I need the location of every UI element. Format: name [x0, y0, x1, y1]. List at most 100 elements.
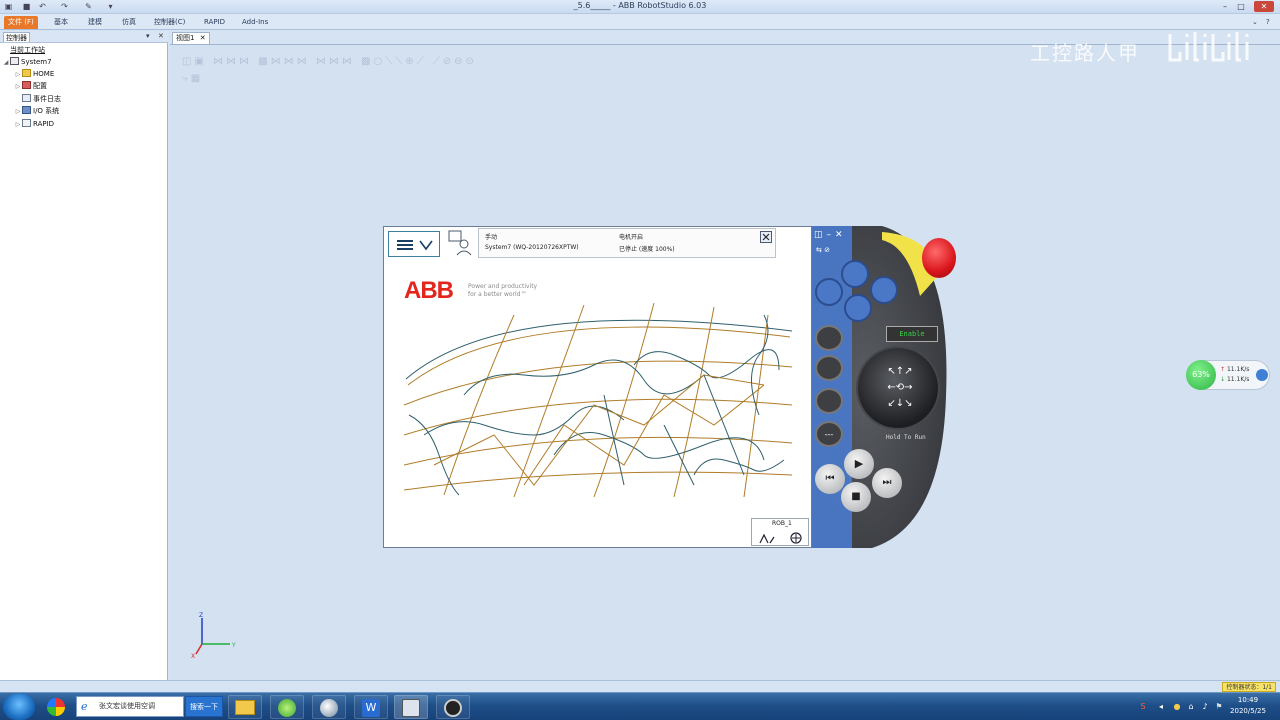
taskbar-search-button[interactable]: 搜索一下	[185, 696, 223, 717]
menu-icon	[397, 240, 433, 251]
prog-key-1[interactable]	[841, 260, 869, 288]
start-button[interactable]: ▶	[844, 449, 874, 479]
tree-item-system7[interactable]: ◢ System7	[2, 57, 52, 68]
wps-writer-icon[interactable]: W	[354, 695, 388, 719]
tree-item-home[interactable]: ▷ HOME	[14, 69, 54, 80]
start-button[interactable]	[3, 694, 35, 720]
taskbar-search-input[interactable]: ℯ 张文宏谈使用空调	[76, 696, 184, 717]
tree-item-label: 配置	[33, 82, 47, 90]
stop-button[interactable]: ■	[841, 482, 871, 512]
upload-speed: ↑ 11.1K/s	[1220, 366, 1250, 373]
panel-close-icon[interactable]: ✕	[158, 32, 164, 40]
expand-icon[interactable]: ▷	[14, 81, 22, 92]
tab-modeling[interactable]: 建模	[84, 16, 106, 29]
download-speed: ↓ 11.1K/s	[1220, 376, 1250, 383]
panel-pin-icon[interactable]: ▾	[146, 32, 150, 40]
expand-icon[interactable]: ▷	[14, 106, 22, 117]
expand-icon[interactable]: ▷	[14, 119, 22, 130]
prog-key-2[interactable]	[815, 278, 843, 306]
swap-icon[interactable]: ⇆ ⊘	[816, 246, 830, 254]
globe-map-graphic	[404, 302, 793, 498]
select-mechanical-unit-button[interactable]	[815, 325, 843, 351]
toggle-motion-mode-button[interactable]	[815, 355, 843, 381]
tab-addins[interactable]: Add-Ins	[238, 16, 272, 29]
taskbar-clock[interactable]: 10:49 2020/5/25	[1226, 695, 1270, 717]
flexpendant-screen: 手动 System7 (WQ-20120726XPTW) 电机开启 已停止 (速…	[383, 226, 812, 548]
tab-home[interactable]: 基本	[50, 16, 72, 29]
maximize-icon[interactable]: □	[1234, 1, 1248, 12]
increment-off-button[interactable]: ---	[815, 421, 843, 447]
view-toolbar-icons[interactable]: ◫▣ ⋈⋈⋈ ▩⋈⋈⋈ ⋈⋈⋈ ▩○⟍⟍⊕⟋ ⟋⊘⊖⊙	[182, 56, 477, 67]
slogan-line2: for a better world™	[468, 291, 527, 298]
prog-key-3[interactable]	[870, 276, 898, 304]
rapid-icon	[22, 119, 31, 127]
enable-button[interactable]: Enable	[886, 326, 938, 342]
window-close-icon[interactable]	[760, 231, 772, 243]
controller-panel: 控制器 ▾ ✕ 当前工作站 ◢ System7 ▷ HOME ▷ 配置 事件日志 ▷ I…	[0, 31, 168, 680]
operating-mode: 手动	[485, 234, 498, 241]
tree-item-station[interactable]: 当前工作站	[10, 45, 45, 56]
tree-item-rapid[interactable]: ▷ RAPID	[14, 119, 54, 130]
hold-to-run-label: Hold To Run	[886, 434, 926, 441]
abb-slogan: Power and productivity for a better worl…	[468, 283, 537, 299]
tab-controller[interactable]: 控制器(C)	[150, 16, 189, 29]
network-icon[interactable]: ⌂	[1186, 702, 1196, 712]
panel-tab-controller[interactable]: 控制器	[3, 32, 30, 42]
prog-key-4[interactable]	[844, 294, 872, 322]
axis-y-label: Y	[231, 642, 236, 649]
controller-icon	[10, 57, 19, 65]
tree-item-label: System7	[21, 58, 52, 66]
controller-status[interactable]: 控制器状态：1/1	[1222, 682, 1276, 692]
search-value: 张文宏谈使用空调	[99, 702, 155, 710]
coordinate-axes: Z Y X	[191, 612, 236, 660]
360-security-icon[interactable]	[270, 695, 304, 719]
flag-icon[interactable]: ⚑	[1214, 702, 1224, 712]
emergency-stop-button[interactable]	[922, 238, 956, 278]
app-icon-dark[interactable]	[436, 695, 470, 719]
tab-rapid[interactable]: RAPID	[200, 16, 229, 29]
tray-expand-icon[interactable]: ◂	[1156, 702, 1166, 712]
tray-app-icon[interactable]: ●	[1172, 702, 1182, 712]
tree-item-label: 事件日志	[33, 95, 61, 103]
sogou-ime-icon[interactable]: S	[1138, 702, 1148, 712]
help-icon[interactable]: ?	[1262, 16, 1274, 29]
expand-icon[interactable]: ▷	[14, 69, 22, 80]
browser-360-icon[interactable]	[40, 695, 72, 719]
tab-view1[interactable]: 视图1 ✕	[172, 32, 210, 44]
tree-item-io[interactable]: ▷ I/O 系统	[14, 106, 59, 117]
snap-toolbar[interactable]: ⤷ ▦	[182, 73, 200, 84]
abb-menu-button[interactable]	[388, 231, 440, 257]
pendant-window-controls[interactable]: ◫–✕	[814, 230, 854, 244]
media-player-icon[interactable]	[312, 695, 346, 719]
tab-view1-label: 视图1	[176, 34, 195, 42]
io-icon	[22, 106, 31, 114]
clock-date: 2020/5/25	[1230, 707, 1266, 715]
tree-item-config[interactable]: ▷ 配置	[14, 81, 47, 92]
jog-settings-icon	[759, 532, 802, 544]
tree-item-label: HOME	[33, 70, 55, 78]
widget-rocket-icon[interactable]	[1256, 369, 1268, 381]
step-forward-button[interactable]: ⏭	[872, 468, 902, 498]
mechanical-unit-label: ROB_1	[772, 520, 792, 527]
status-bar[interactable]: 手动 System7 (WQ-20120726XPTW) 电机开启 已停止 (速…	[478, 228, 776, 258]
tree-item-eventlog[interactable]: 事件日志	[14, 94, 61, 105]
user-icon[interactable]	[446, 229, 474, 257]
robotstudio-taskbar-icon[interactable]	[394, 695, 428, 719]
explorer-icon[interactable]	[228, 695, 262, 719]
upload-speed-value: 11.1K/s	[1226, 366, 1250, 373]
tab-close-icon[interactable]: ✕	[200, 34, 206, 42]
quickset-button[interactable]: ROB_1	[751, 518, 809, 546]
panel-header: 控制器 ▾ ✕	[0, 31, 168, 43]
volume-icon[interactable]: ♪	[1200, 702, 1210, 712]
minimize-icon[interactable]: –	[1218, 1, 1232, 12]
close-icon[interactable]: ✕	[1254, 1, 1274, 12]
toggle-increment-button[interactable]	[815, 388, 843, 414]
ribbon-tabs: 文件 (F) 基本 建模 仿真 控制器(C) RAPID Add-Ins ⌄ ?	[0, 14, 1280, 30]
windows-taskbar: ℯ 张文宏谈使用空调 搜索一下 W S ◂ ● ⌂ ♪ ⚑ 10:49 2020…	[0, 692, 1280, 720]
tab-simulation[interactable]: 仿真	[118, 16, 140, 29]
network-speed-widget[interactable]: 63% ↑ 11.1K/s ↓ 11.1K/s	[1186, 360, 1270, 390]
axis-x-label: X	[191, 653, 195, 660]
tab-file[interactable]: 文件 (F)	[4, 16, 38, 29]
step-backward-button[interactable]: ⏮	[815, 464, 845, 494]
collapse-icon[interactable]: ◢	[2, 57, 10, 68]
